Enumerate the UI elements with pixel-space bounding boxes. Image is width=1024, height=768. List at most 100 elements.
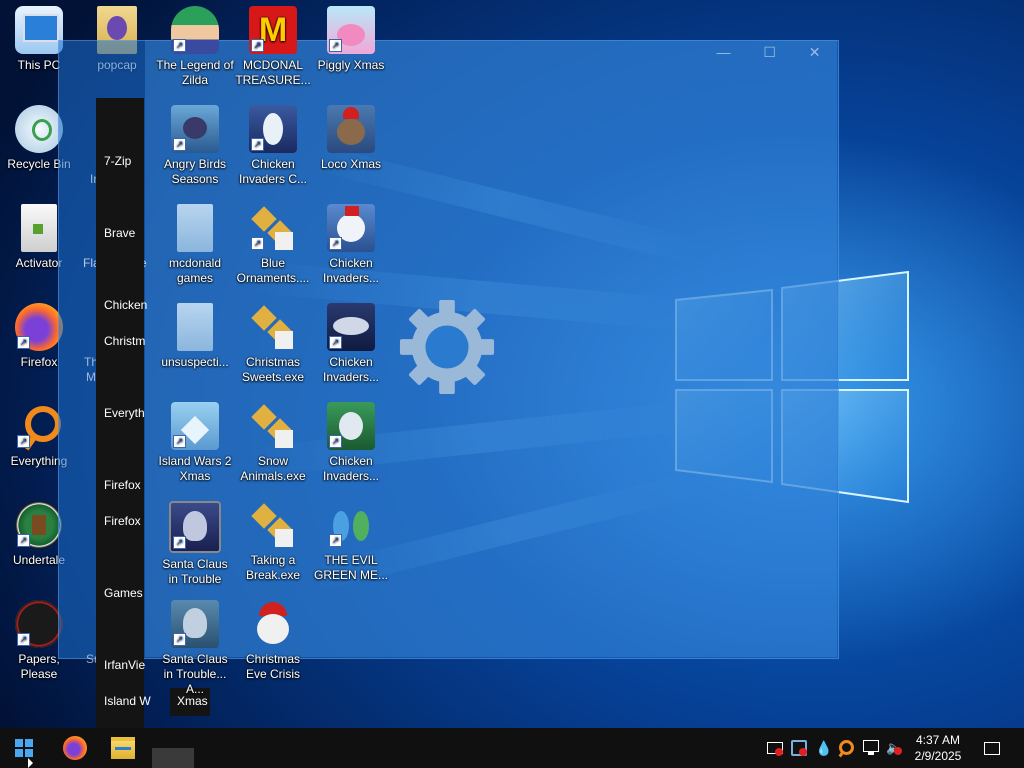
desktop-icon-mcdonal-treasure[interactable]: M ↗ MCDONAL TREASURE... — [234, 6, 312, 88]
island-wars-icon: ↗ — [171, 402, 219, 450]
start-menu-item[interactable]: Christm — [104, 334, 145, 348]
shortcut-arrow-icon: ↗ — [17, 633, 30, 646]
desktop-icon-christmas-sweets[interactable]: Christmas Sweets.exe — [234, 303, 312, 385]
shortcut-arrow-icon: ↗ — [173, 138, 186, 151]
undertale-icon: ↗ — [15, 501, 63, 549]
santa-hat-icon — [249, 600, 297, 648]
security-alert-icon[interactable] — [791, 740, 807, 756]
mouse-cursor — [28, 758, 33, 768]
desktop-icon-loco-xmas[interactable]: Loco Xmas — [312, 105, 390, 172]
desktop-icon-island-wars-2[interactable]: ↗ Island Wars 2 Xmas — [156, 402, 234, 484]
desktop-icon-angry-birds[interactable]: ↗ Angry Birds Seasons — [156, 105, 234, 187]
start-menu-item[interactable]: 7-Zip — [104, 154, 131, 168]
chicken-invaders-icon: ↗ — [249, 105, 297, 153]
icon-label: Santa Claus in Trouble... A... — [162, 652, 228, 696]
icon-label: Santa Claus in Trouble — [162, 557, 228, 586]
chicken-invaders-icon: ↗ — [327, 402, 375, 450]
desktop-icon-chicken-invaders-3[interactable]: ↗ Chicken Invaders... — [312, 303, 390, 385]
shortcut-arrow-icon: ↗ — [251, 39, 264, 52]
icon-label: Blue Ornaments.... — [236, 256, 310, 285]
icon-label: Island Wars 2 Xmas — [158, 454, 232, 483]
taskbar-clock[interactable]: 4:37 AM 2/9/2025 — [905, 732, 971, 764]
icon-label: mcdonald games — [168, 256, 222, 285]
icon-label: Chicken Invaders... — [322, 355, 380, 384]
notification-center-button[interactable] — [974, 728, 1010, 768]
shortcut-arrow-icon: ↗ — [173, 39, 186, 52]
shortcut-arrow-icon: ↗ — [329, 336, 342, 349]
start-menu-item[interactable]: Firefox — [104, 478, 141, 492]
desktop-icon-taking-a-break[interactable]: Taking a Break.exe — [234, 501, 312, 583]
desktop-icon-evil-green-me[interactable]: ↗ THE EVIL GREEN ME... — [312, 501, 390, 583]
icon-label: Snow Animals.exe — [240, 454, 306, 483]
shortcut-arrow-icon: ↗ — [17, 336, 30, 349]
network-disconnected-icon[interactable] — [767, 740, 783, 756]
chicken-invaders-icon: ↗ — [327, 204, 375, 252]
icon-label: Christmas Eve Crisis — [245, 652, 300, 681]
desktop-icon-legend-of-zilda[interactable]: ↗ The Legend of Zilda — [156, 6, 234, 88]
maximize-icon[interactable]: ☐ — [763, 44, 776, 70]
icon-label: Taking a Break.exe — [245, 553, 301, 582]
icon-label: Angry Birds Seasons — [163, 157, 227, 186]
clock-date: 2/9/2025 — [914, 749, 962, 763]
network-icon[interactable] — [863, 740, 879, 756]
start-menu-item[interactable]: Games — [104, 586, 143, 600]
desktop-icon-santa-claus-trouble-a[interactable]: ↗ Santa Claus in Trouble... A... — [156, 600, 234, 697]
recycle-bin-icon — [15, 105, 63, 153]
firefox-icon — [63, 736, 87, 760]
start-menu-item[interactable]: Island W — [104, 694, 151, 708]
desktop-icon-chicken-invaders-4[interactable]: ↗ Chicken Invaders... — [312, 402, 390, 484]
angry-birds-icon: ↗ — [171, 105, 219, 153]
desktop-icon-chicken-invaders-2[interactable]: ↗ Chicken Invaders... — [312, 204, 390, 286]
shortcut-arrow-icon: ↗ — [173, 536, 186, 549]
peek-label: M — [86, 370, 96, 384]
icon-label: Chicken Invaders... — [322, 454, 380, 483]
icon-label: unsuspecti... — [161, 355, 229, 369]
chicken-invaders-icon: ↗ — [327, 303, 375, 351]
installer-icon — [249, 402, 297, 450]
start-menu-item[interactable]: Firefox — [104, 514, 141, 528]
start-menu-item[interactable]: IrfanVie — [104, 658, 145, 672]
shortcut-arrow-icon: ↗ — [329, 39, 342, 52]
clock-time: 4:37 AM — [915, 733, 961, 747]
desktop-icon-blue-ornaments[interactable]: ↗ Blue Ornaments.... — [234, 204, 312, 286]
taskbar-file-explorer[interactable] — [100, 728, 146, 768]
installer-icon: ↗ — [249, 204, 297, 252]
installer-icon — [249, 501, 297, 549]
taskbar-firefox[interactable] — [52, 728, 98, 768]
desktop-icon-snow-animals[interactable]: Snow Animals.exe — [234, 402, 312, 484]
dropbox-icon[interactable]: 💧 — [815, 740, 832, 756]
desktop-icon-christmas-eve-crisis[interactable]: Christmas Eve Crisis — [234, 600, 312, 682]
close-icon[interactable]: ✕ — [809, 44, 821, 70]
loco-xmas-icon — [327, 105, 375, 153]
shortcut-arrow-icon: ↗ — [17, 534, 30, 547]
this-pc-icon — [15, 6, 63, 54]
desktop-icon-piggly-xmas[interactable]: ↗ Piggly Xmas — [312, 6, 390, 73]
start-menu-item[interactable]: Chicken — [104, 298, 147, 312]
icon-label: The Legend of Zilda — [156, 58, 234, 87]
file-icon — [21, 204, 57, 252]
taskbar: 💧 🔈 — [0, 728, 1024, 768]
start-button[interactable] — [0, 728, 48, 768]
app-icon — [152, 748, 194, 768]
icon-label: Christmas Sweets.exe — [241, 355, 305, 384]
volume-muted-icon[interactable]: 🔈 — [886, 740, 902, 756]
search-icon[interactable] — [838, 740, 855, 758]
shortcut-arrow-icon: ↗ — [17, 435, 30, 448]
desktop-icon-chicken-invaders-c[interactable]: ↗ Chicken Invaders C... — [234, 105, 312, 187]
shortcut-arrow-icon: ↗ — [329, 435, 342, 448]
start-menu-item[interactable]: Brave — [104, 226, 135, 240]
desktop-icon-mcdonald-games[interactable]: mcdonald games — [156, 204, 234, 286]
icon-label: THE EVIL GREEN ME... — [313, 553, 388, 582]
firefox-icon: ↗ — [15, 303, 63, 351]
icon-label: Chicken Invaders... — [322, 256, 380, 285]
shortcut-arrow-icon: ↗ — [173, 435, 186, 448]
santa-icon: ↗ — [169, 501, 221, 553]
desktop-icon-unsuspecti[interactable]: unsuspecti... — [156, 303, 234, 370]
desktop-icon-santa-claus-trouble[interactable]: ↗ Santa Claus in Trouble — [156, 501, 234, 587]
taskbar-app[interactable] — [150, 728, 196, 768]
minimize-icon[interactable]: — — [716, 44, 730, 70]
icon-label: Loco Xmas — [320, 157, 382, 171]
mcdonalds-icon: M ↗ — [249, 6, 297, 54]
start-menu-item[interactable]: Everyth — [104, 406, 145, 420]
shortcut-arrow-icon: ↗ — [329, 534, 342, 547]
